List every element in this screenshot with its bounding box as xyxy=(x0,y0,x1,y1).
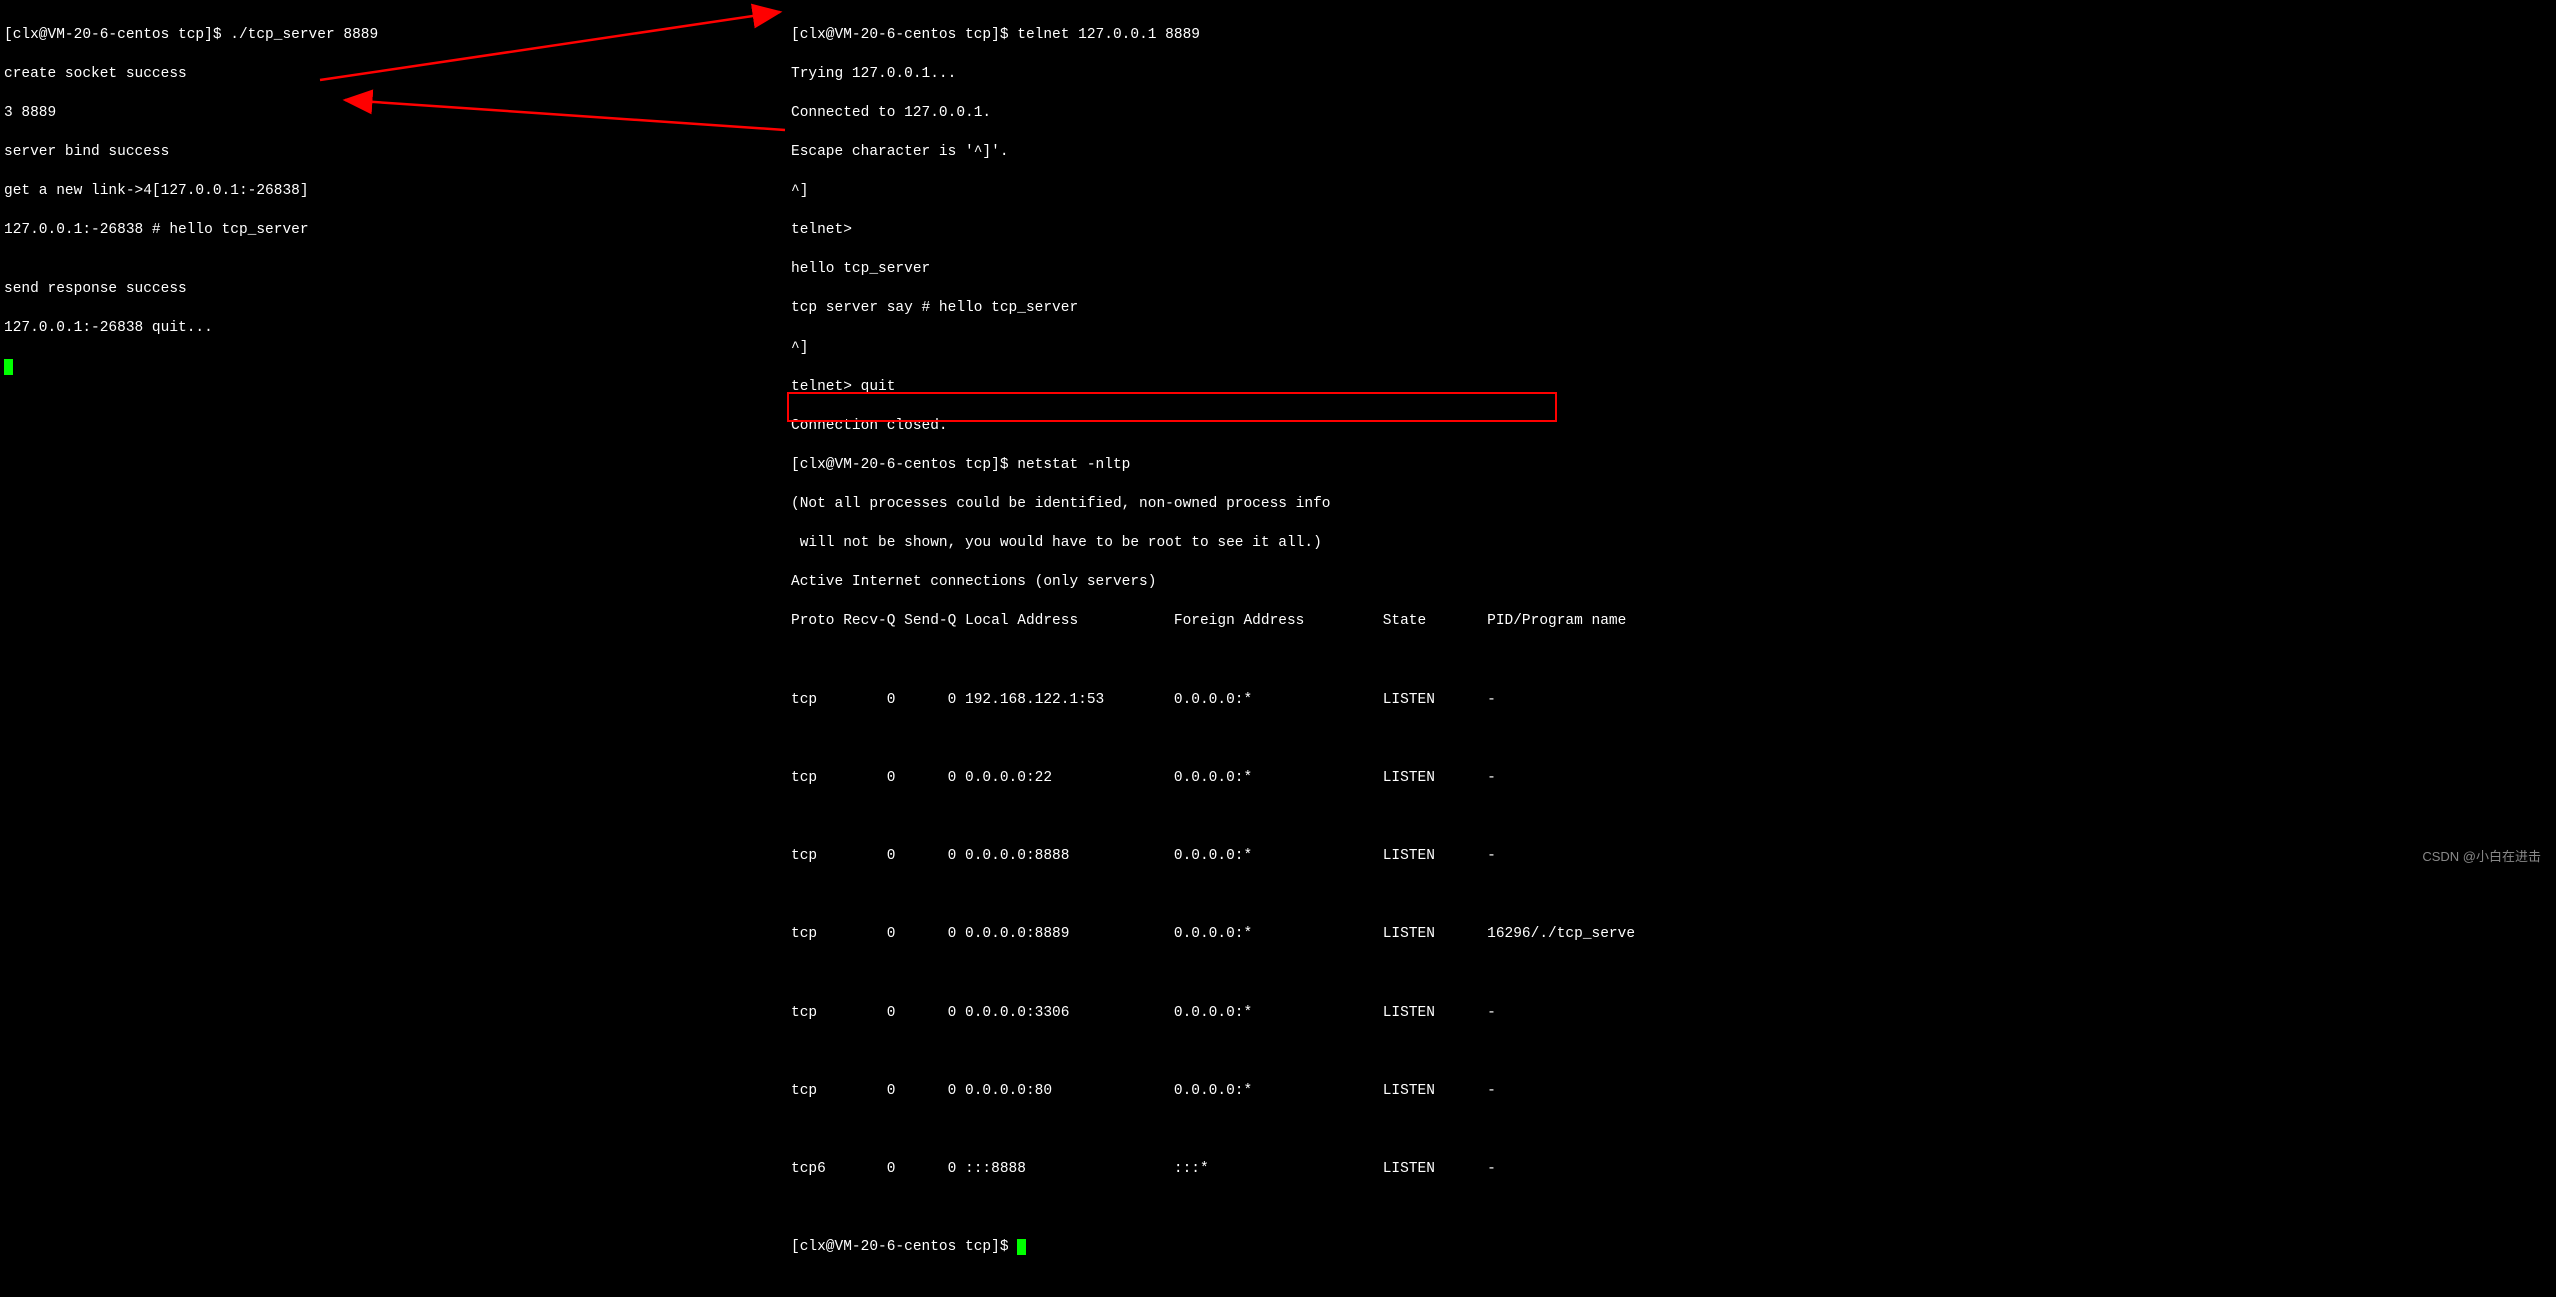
watermark-text: CSDN @小白在进击 xyxy=(2422,846,2541,865)
right-prompt-2: [clx@VM-20-6-centos tcp]$ xyxy=(791,457,1009,473)
left-output-line: 3 8889 xyxy=(4,104,783,124)
netstat-row: tcp 0 0 0.0.0.0:3306 0.0.0.0:* LISTEN - xyxy=(791,1004,2552,1024)
left-output-line: send response success xyxy=(4,280,783,300)
left-output-line: get a new link->4[127.0.0.1:-26838] xyxy=(4,182,783,202)
right-output-line: Connection closed. xyxy=(791,417,2552,437)
terminal-container: [clx@VM-20-6-centos tcp]$ ./tcp_server 8… xyxy=(0,0,2556,875)
left-prompt: [clx@VM-20-6-centos tcp]$ xyxy=(4,27,222,43)
left-output-line: 127.0.0.1:-26838 # hello tcp_server xyxy=(4,221,783,241)
right-output-line: ^] xyxy=(791,182,2552,202)
netstat-info-line: (Not all processes could be identified, … xyxy=(791,495,2552,515)
right-output-line: tcp server say # hello tcp_server xyxy=(791,299,2552,319)
netstat-header: Proto Recv-Q Send-Q Local Address Foreig… xyxy=(791,612,2552,632)
left-output-line: 127.0.0.1:-26838 quit... xyxy=(4,319,783,339)
right-output-line: ^] xyxy=(791,339,2552,359)
netstat-row: tcp 0 0 192.168.122.1:53 0.0.0.0:* LISTE… xyxy=(791,691,2552,711)
right-output-line: Connected to 127.0.0.1. xyxy=(791,104,2552,124)
right-output-line: telnet> quit xyxy=(791,378,2552,398)
right-command-2: netstat -nltp xyxy=(1009,457,1131,473)
right-output-line: Trying 127.0.0.1... xyxy=(791,65,2552,85)
netstat-row-highlighted: tcp 0 0 0.0.0.0:8889 0.0.0.0:* LISTEN 16… xyxy=(791,925,2552,945)
right-output-line: hello tcp_server xyxy=(791,260,2552,280)
terminal-right-pane[interactable]: [clx@VM-20-6-centos tcp]$ telnet 127.0.0… xyxy=(787,0,2556,875)
netstat-row: tcp 0 0 0.0.0.0:8888 0.0.0.0:* LISTEN - xyxy=(791,847,2552,867)
right-prompt-1: [clx@VM-20-6-centos tcp]$ xyxy=(791,27,1009,43)
cursor-icon xyxy=(1017,1239,1026,1255)
netstat-row: tcp6 0 0 :::8888 :::* LISTEN - xyxy=(791,1160,2552,1180)
cursor-icon xyxy=(4,359,13,375)
right-command-1: telnet 127.0.0.1 8889 xyxy=(1009,27,1200,43)
terminal-left-pane[interactable]: [clx@VM-20-6-centos tcp]$ ./tcp_server 8… xyxy=(0,0,787,875)
netstat-info-line: will not be shown, you would have to be … xyxy=(791,534,2552,554)
right-output-line: Escape character is '^]'. xyxy=(791,143,2552,163)
right-prompt-3: [clx@VM-20-6-centos tcp]$ xyxy=(791,1239,1017,1255)
left-output-line: create socket success xyxy=(4,65,783,85)
left-command: ./tcp_server 8889 xyxy=(222,27,379,43)
netstat-row: tcp 0 0 0.0.0.0:80 0.0.0.0:* LISTEN - xyxy=(791,1082,2552,1102)
netstat-info-line: Active Internet connections (only server… xyxy=(791,573,2552,593)
netstat-row: tcp 0 0 0.0.0.0:22 0.0.0.0:* LISTEN - xyxy=(791,769,2552,789)
left-output-line: server bind success xyxy=(4,143,783,163)
right-output-line: telnet> xyxy=(791,221,2552,241)
